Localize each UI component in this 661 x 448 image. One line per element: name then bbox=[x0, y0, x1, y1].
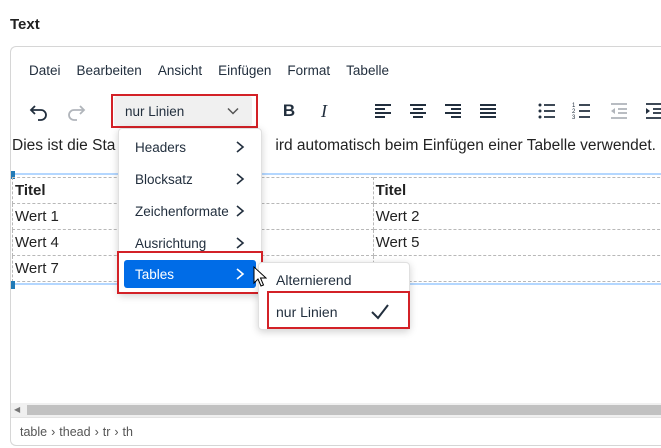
table-cell[interactable]: Wert 4 bbox=[12, 229, 132, 256]
numbered-list-button[interactable]: 123 bbox=[567, 96, 597, 126]
align-right-button[interactable] bbox=[438, 96, 468, 126]
path-item[interactable]: table bbox=[20, 425, 47, 439]
bold-button[interactable]: B bbox=[274, 96, 304, 126]
checkmark-icon bbox=[371, 304, 389, 320]
menu-einfuegen[interactable]: Einfügen bbox=[210, 59, 279, 82]
toolbar: nur Linien B I 123 bbox=[11, 91, 661, 133]
resize-handle[interactable] bbox=[11, 281, 15, 289]
redo-button[interactable] bbox=[61, 96, 91, 126]
bullet-list-icon bbox=[538, 103, 555, 119]
submenu-item-alternierend[interactable]: Alternierend bbox=[264, 266, 404, 294]
svg-text:3: 3 bbox=[572, 115, 576, 121]
path-item[interactable]: th bbox=[123, 425, 133, 439]
table-row: Wert 4 Wert 5 bbox=[12, 229, 661, 256]
align-left-button[interactable] bbox=[368, 96, 398, 126]
horizontal-scrollbar[interactable]: ◀ bbox=[11, 403, 661, 417]
submenu-item-nur-linien[interactable]: nur Linien bbox=[264, 298, 404, 326]
chevron-right-icon bbox=[236, 205, 245, 217]
redo-icon bbox=[68, 105, 86, 121]
format-select-value: nur Linien bbox=[125, 103, 185, 119]
italic-button[interactable]: I bbox=[309, 96, 339, 126]
menu-datei[interactable]: Datei bbox=[21, 59, 69, 82]
table-cell[interactable]: Wert 5 bbox=[372, 229, 661, 256]
align-justify-button[interactable] bbox=[473, 96, 503, 126]
path-separator: › bbox=[51, 424, 56, 439]
align-right-icon bbox=[445, 104, 461, 118]
format-dropdown-menu: Headers Blocksatz Zeichenformate Ausrich… bbox=[118, 128, 262, 294]
align-center-button[interactable] bbox=[403, 96, 433, 126]
menu-item-headers[interactable]: Headers bbox=[124, 133, 256, 161]
table-header-cell[interactable]: Titel bbox=[12, 177, 132, 204]
italic-icon: I bbox=[321, 100, 327, 121]
path-separator: › bbox=[94, 424, 99, 439]
path-item[interactable]: thead bbox=[59, 425, 90, 439]
selection-line-top bbox=[11, 173, 661, 175]
numbered-list-icon: 123 bbox=[572, 103, 590, 121]
tables-submenu: Alternierend nur Linien bbox=[258, 262, 410, 330]
outdent-button[interactable] bbox=[604, 96, 634, 126]
path-item[interactable]: tr bbox=[103, 425, 111, 439]
align-center-icon bbox=[410, 104, 426, 118]
menubar: Datei Bearbeiten Ansicht Einfügen Format… bbox=[11, 53, 397, 87]
align-left-icon bbox=[375, 104, 391, 118]
chevron-right-icon bbox=[236, 141, 245, 153]
format-select[interactable]: nur Linien bbox=[114, 96, 252, 126]
indent-icon bbox=[646, 103, 661, 119]
chevron-right-icon bbox=[236, 268, 245, 280]
chevron-down-icon bbox=[227, 107, 239, 115]
undo-button[interactable] bbox=[24, 96, 54, 126]
menu-item-ausrichtung[interactable]: Ausrichtung bbox=[124, 229, 256, 257]
scroll-left-icon[interactable]: ◀ bbox=[14, 405, 20, 414]
table-cell[interactable]: Wert 7 bbox=[12, 255, 132, 282]
menu-bearbeiten[interactable]: Bearbeiten bbox=[69, 59, 150, 82]
menu-item-tables[interactable]: Tables bbox=[124, 260, 256, 288]
path-separator: › bbox=[114, 424, 119, 439]
paragraph-text-left: Dies ist die Sta bbox=[12, 137, 116, 154]
table-header-cell[interactable]: Titel bbox=[372, 177, 661, 204]
bold-icon: B bbox=[282, 101, 296, 120]
indent-button[interactable] bbox=[639, 96, 661, 126]
table-header-row: Titel Titel bbox=[12, 177, 661, 204]
table-cell[interactable]: t 8 bbox=[372, 255, 661, 282]
outdent-icon bbox=[611, 103, 627, 119]
chevron-right-icon bbox=[236, 173, 245, 185]
rich-text-editor: Datei Bearbeiten Ansicht Einfügen Format… bbox=[10, 46, 661, 446]
menu-item-blocksatz[interactable]: Blocksatz bbox=[124, 165, 256, 193]
align-justify-icon bbox=[480, 104, 496, 118]
table-cell[interactable]: Wert 2 bbox=[372, 203, 661, 230]
field-label: Text bbox=[10, 16, 40, 33]
undo-icon bbox=[29, 105, 47, 121]
mouse-cursor-icon bbox=[253, 266, 267, 287]
menu-ansicht[interactable]: Ansicht bbox=[150, 59, 210, 82]
table-cell[interactable]: Wert 1 bbox=[12, 203, 132, 230]
chevron-right-icon bbox=[236, 237, 245, 249]
bullet-list-button[interactable] bbox=[532, 96, 562, 126]
scroll-thumb[interactable] bbox=[27, 405, 661, 415]
menu-item-zeichenformate[interactable]: Zeichenformate bbox=[124, 197, 256, 225]
paragraph-text-right: ird automatisch beim Einfügen einer Tabe… bbox=[275, 137, 656, 154]
statusbar: table › thead › tr › th bbox=[11, 417, 661, 445]
menu-format[interactable]: Format bbox=[279, 59, 338, 82]
menu-tabelle[interactable]: Tabelle bbox=[338, 59, 397, 82]
table-row: Wert 1 Wert 2 bbox=[12, 203, 661, 230]
paragraph: Dies ist die Sta ird automatisch beim Ein… bbox=[12, 137, 656, 155]
